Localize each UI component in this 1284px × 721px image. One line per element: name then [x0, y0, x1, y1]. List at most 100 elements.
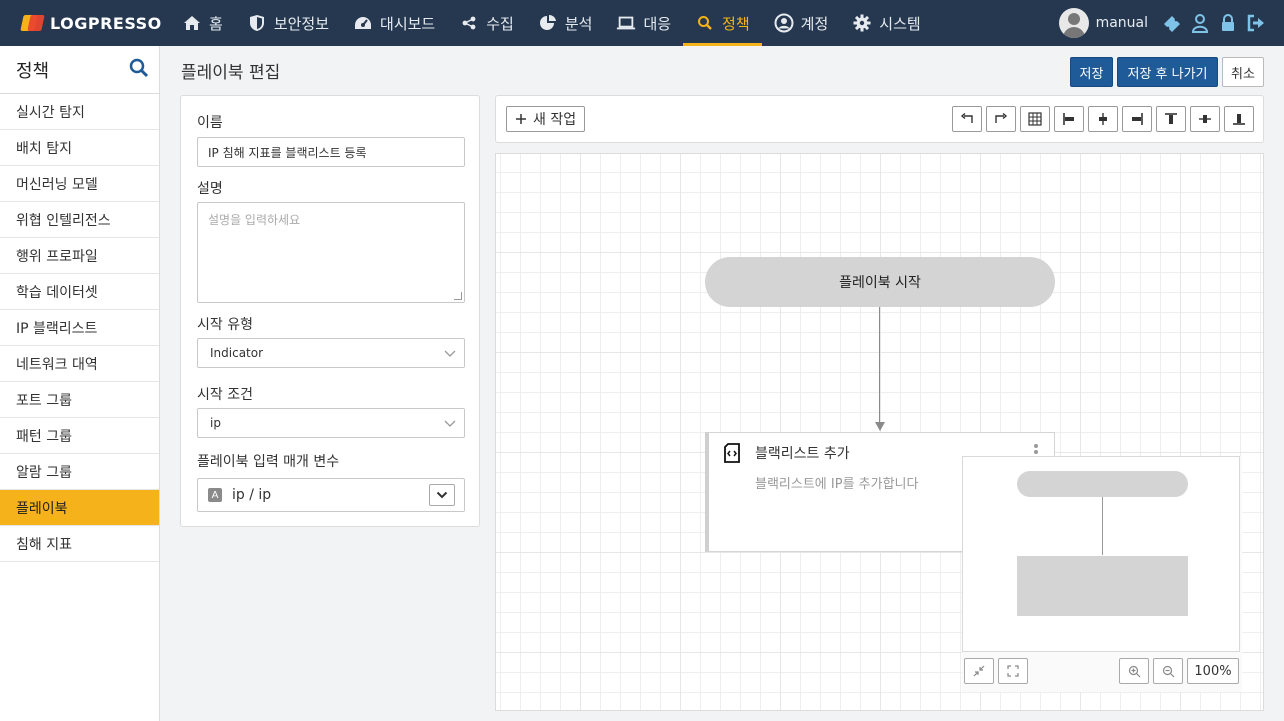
name-input[interactable]: IP 침해 지표를 블랙리스트 등록 [197, 137, 465, 167]
playbook-canvas[interactable]: 플레이북 시작 블랙리스트 추가 블랙리스트에 IP를 추가합니다 100% [495, 153, 1264, 711]
start-type-value: Indicator [210, 346, 264, 360]
param-dropdown-button[interactable] [429, 484, 455, 506]
home-icon [182, 13, 202, 33]
user-profile-icon[interactable] [1186, 0, 1214, 46]
start-type-label: 시작 유형 [197, 317, 253, 333]
chevron-down-icon [444, 417, 456, 432]
align-top-icon [1165, 113, 1177, 124]
app-logo[interactable]: LOGPRESSO [0, 13, 170, 33]
lock-icon[interactable] [1214, 0, 1242, 46]
fit-screen-button[interactable] [998, 658, 1028, 684]
align-middle-button[interactable] [1190, 106, 1220, 132]
save-and-exit-button[interactable]: 저장 후 나가기 [1117, 57, 1218, 87]
align-left-button[interactable] [1054, 106, 1084, 132]
minimap-viewport[interactable] [962, 456, 1240, 652]
user-circle-icon [774, 13, 794, 33]
fullscreen-icon [1007, 665, 1019, 677]
align-middle-icon [1199, 115, 1211, 123]
kebab-menu-icon[interactable] [1034, 444, 1040, 456]
sidebar-header: 정책 [0, 46, 159, 94]
nav-item-policy[interactable]: 정책 [683, 0, 762, 46]
grid-icon [1028, 112, 1042, 126]
zoom-in-button[interactable] [1119, 658, 1149, 684]
nav-label: 대시보드 [380, 14, 436, 33]
collapse-icon [973, 665, 985, 677]
redo-button[interactable] [986, 106, 1016, 132]
dashboard-icon [353, 13, 373, 33]
new-task-label: 새 작업 [533, 112, 577, 128]
input-param-item[interactable]: A ip / ip [197, 478, 465, 512]
resize-handle-icon[interactable] [454, 292, 462, 300]
user-area: manual [1058, 0, 1284, 46]
search-icon[interactable] [129, 58, 149, 82]
license-ticket-icon[interactable] [1158, 0, 1186, 46]
align-center-icon [1099, 113, 1107, 125]
align-left-icon [1063, 113, 1074, 125]
grid-toggle-button[interactable] [1020, 106, 1050, 132]
sidebar-item-training-dataset[interactable]: 학습 데이터셋 [0, 274, 159, 310]
sidebar-item-network-range[interactable]: 네트워크 대역 [0, 346, 159, 382]
connector-arrow-icon [875, 422, 885, 431]
sidebar-item-port-group[interactable]: 포트 그룹 [0, 382, 159, 418]
nav-label: 대응 [643, 14, 672, 33]
nav-item-collect[interactable]: 수집 [447, 0, 526, 46]
sidebar-item-behavior-profile[interactable]: 행위 프로파일 [0, 238, 159, 274]
sidebar-item-alarm-group[interactable]: 알람 그룹 [0, 454, 159, 490]
search-icon [695, 13, 715, 33]
sidebar-item-ml-model[interactable]: 머신러닝 모델 [0, 166, 159, 202]
sidebar-item-playbook[interactable]: 플레이북 [0, 490, 159, 526]
nav-label: 수집 [486, 14, 514, 33]
align-bottom-button[interactable] [1224, 106, 1254, 132]
start-node-label: 플레이북 시작 [839, 275, 921, 291]
undo-button[interactable] [952, 106, 982, 132]
main-nav: 홈 보안정보 대시보드 수집 분석 대응 정책 계정 시스템 [170, 0, 933, 46]
nav-label: 홈 [209, 14, 223, 33]
nav-item-analysis[interactable]: 분석 [526, 0, 605, 46]
pie-chart-icon [538, 13, 558, 33]
nav-item-home[interactable]: 홈 [170, 0, 235, 46]
task-title: 블랙리스트 추가 [755, 446, 850, 462]
start-condition-label: 시작 조건 [197, 387, 253, 403]
cancel-button[interactable]: 취소 [1222, 57, 1264, 87]
playbook-form: 이름 IP 침해 지표를 블랙리스트 등록 설명 설명을 입력하세요 시작 유형… [180, 95, 480, 527]
nav-item-system[interactable]: 시스템 [840, 0, 932, 46]
sidebar-item-ip-blacklist[interactable]: IP 블랙리스트 [0, 310, 159, 346]
logout-icon[interactable] [1242, 0, 1270, 46]
align-top-button[interactable] [1156, 106, 1186, 132]
align-right-icon [1132, 113, 1143, 125]
description-placeholder: 설명을 입력하세요 [208, 213, 301, 227]
plus-icon [516, 114, 526, 124]
avatar[interactable] [1058, 8, 1089, 38]
sidebar-item-pattern-group[interactable]: 패턴 그룹 [0, 418, 159, 454]
laptop-icon [616, 13, 636, 33]
nav-item-dashboard[interactable]: 대시보드 [341, 0, 447, 46]
username[interactable]: manual [1096, 15, 1148, 31]
align-center-button[interactable] [1088, 106, 1118, 132]
nav-item-account[interactable]: 계정 [762, 0, 841, 46]
nav-item-security-info[interactable]: 보안정보 [235, 0, 341, 46]
nav-label: 보안정보 [273, 14, 330, 33]
start-type-select[interactable]: Indicator [197, 338, 465, 368]
zoom-out-button[interactable] [1153, 658, 1183, 684]
shield-icon [247, 13, 267, 33]
sidebar-item-ioc[interactable]: 침해 지표 [0, 526, 159, 562]
collapse-minimap-button[interactable] [964, 658, 994, 684]
zoom-level[interactable]: 100% [1187, 658, 1239, 684]
nav-label: 분석 [564, 14, 593, 33]
zoom-out-icon [1162, 665, 1174, 677]
align-bottom-icon [1233, 114, 1245, 125]
description-textarea[interactable]: 설명을 입력하세요 [197, 202, 465, 303]
sidebar-item-batch-detection[interactable]: 배치 탐지 [0, 130, 159, 166]
start-condition-select[interactable]: ip [197, 408, 465, 438]
start-node[interactable]: 플레이북 시작 [705, 257, 1055, 307]
new-task-button[interactable]: 새 작업 [506, 106, 586, 132]
save-button[interactable]: 저장 [1070, 57, 1113, 87]
editor-toolbar: 새 작업 [495, 95, 1264, 143]
align-right-button[interactable] [1122, 106, 1152, 132]
start-condition-value: ip [210, 416, 221, 430]
nav-label: 정책 [722, 14, 750, 33]
nav-item-response[interactable]: 대응 [604, 0, 683, 46]
sidebar-item-realtime-detection[interactable]: 실시간 탐지 [0, 94, 159, 130]
sidebar-item-threat-intel[interactable]: 위협 인텔리전스 [0, 202, 159, 238]
top-navbar: LOGPRESSO 홈 보안정보 대시보드 수집 분석 대응 정책 계정 시스템… [0, 0, 1284, 46]
